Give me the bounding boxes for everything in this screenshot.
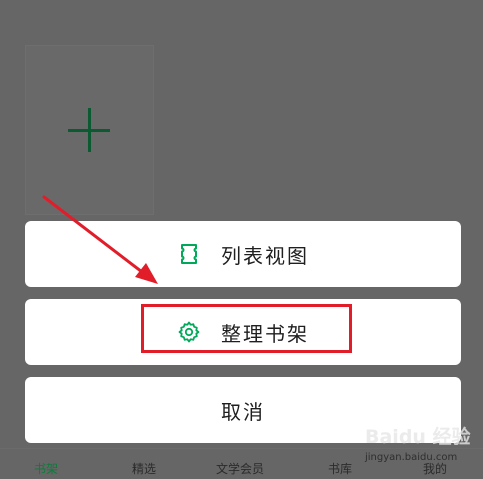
tab-me[interactable]: 我的: [423, 460, 447, 477]
list-view-icon: [177, 242, 201, 266]
cancel-label: 取消: [221, 399, 265, 424]
cancel-button[interactable]: 取消: [25, 377, 461, 443]
screen: 书架 精选 文学会员 书库 我的 列表视图 整理书架 取消 Baidu 经验 j: [0, 0, 483, 479]
organize-shelf-label: 整理书架: [221, 321, 309, 346]
tab-library[interactable]: 书库: [328, 460, 352, 477]
tab-featured[interactable]: 精选: [132, 460, 156, 477]
tab-literature-member[interactable]: 文学会员: [216, 460, 264, 477]
plus-icon[interactable]: [68, 108, 110, 152]
organize-shelf-button[interactable]: 整理书架: [25, 299, 461, 365]
tab-bookshelf[interactable]: 书架: [34, 460, 58, 477]
list-view-label: 列表视图: [221, 243, 309, 268]
gear-icon: [177, 320, 201, 344]
list-view-button[interactable]: 列表视图: [25, 221, 461, 287]
bottom-tab-bar: 书架 精选 文学会员 书库 我的: [0, 448, 483, 479]
